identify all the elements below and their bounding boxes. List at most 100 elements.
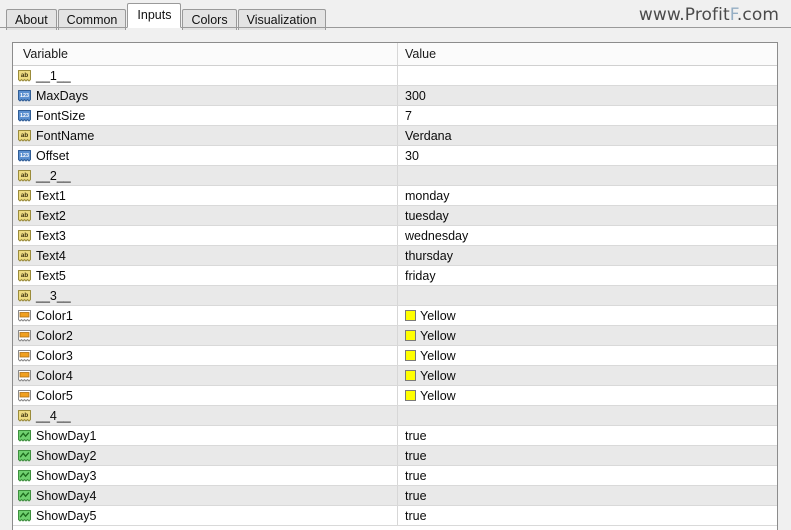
variable-name: MaxDays <box>36 88 89 103</box>
variable-cell[interactable]: 123 MaxDays <box>13 86 397 105</box>
variable-cell[interactable]: ShowDay4 <box>13 486 397 505</box>
variable-cell[interactable]: ab FontName <box>13 126 397 145</box>
variable-cell[interactable]: ab __3__ <box>13 286 397 305</box>
variable-cell[interactable]: Color2 <box>13 326 397 345</box>
variable-cell[interactable]: 123 FontSize <box>13 106 397 125</box>
table-row[interactable]: ab Text4 thursday <box>13 246 777 266</box>
table-row[interactable]: ab FontName Verdana <box>13 126 777 146</box>
watermark-accent-letter: F <box>729 5 737 25</box>
variable-cell[interactable]: ab __1__ <box>13 66 397 85</box>
table-row[interactable]: Color3 Yellow <box>13 346 777 366</box>
variable-value: Yellow <box>420 328 456 343</box>
variable-cell[interactable]: ab Text1 <box>13 186 397 205</box>
variable-cell[interactable]: ShowDay3 <box>13 466 397 485</box>
variable-cell[interactable]: Color3 <box>13 346 397 365</box>
table-row[interactable]: ShowDay2 true <box>13 446 777 466</box>
table-row[interactable]: ab __4__ <box>13 406 777 426</box>
variable-cell[interactable]: ab Text4 <box>13 246 397 265</box>
table-row[interactable]: ab __1__ <box>13 66 777 86</box>
value-cell[interactable]: true <box>397 466 777 485</box>
color-swatch <box>405 370 416 381</box>
variable-cell[interactable]: ab __2__ <box>13 166 397 185</box>
value-cell[interactable]: Yellow <box>397 326 777 345</box>
variable-value: true <box>405 508 427 523</box>
watermark-suffix: .com <box>736 5 779 25</box>
value-cell[interactable]: 7 <box>397 106 777 125</box>
value-cell[interactable]: true <box>397 486 777 505</box>
variable-name: Text3 <box>36 228 66 243</box>
variable-value: 30 <box>405 148 419 163</box>
table-row[interactable]: ab Text2 tuesday <box>13 206 777 226</box>
value-cell[interactable]: true <box>397 506 777 525</box>
value-cell[interactable]: 300 <box>397 86 777 105</box>
variable-value: Yellow <box>420 308 456 323</box>
table-row[interactable]: Color5 Yellow <box>13 386 777 406</box>
table-row[interactable]: ab __3__ <box>13 286 777 306</box>
color-swatch <box>405 350 416 361</box>
bool-type-icon <box>18 469 31 481</box>
value-cell[interactable]: Verdana <box>397 126 777 145</box>
table-row[interactable]: ShowDay1 true <box>13 426 777 446</box>
variable-name: Text4 <box>36 248 66 263</box>
value-cell[interactable]: friday <box>397 266 777 285</box>
variable-value: wednesday <box>405 228 469 243</box>
variable-name: Color1 <box>36 308 73 323</box>
inputs-panel: Variable Value ab __1__ 123 MaxDays 300 123 Fo… <box>12 42 778 530</box>
value-cell[interactable]: 30 <box>397 146 777 165</box>
color-swatch <box>405 310 416 321</box>
value-cell[interactable]: Yellow <box>397 306 777 325</box>
table-row[interactable]: 123 Offset 30 <box>13 146 777 166</box>
svg-text:123: 123 <box>20 113 29 119</box>
value-cell[interactable]: Yellow <box>397 386 777 405</box>
table-row[interactable]: Color1 Yellow <box>13 306 777 326</box>
variable-cell[interactable]: Color4 <box>13 366 397 385</box>
table-row[interactable]: 123 MaxDays 300 <box>13 86 777 106</box>
table-row[interactable]: ab __2__ <box>13 166 777 186</box>
value-cell[interactable]: wednesday <box>397 226 777 245</box>
variable-cell[interactable]: Color1 <box>13 306 397 325</box>
variable-cell[interactable]: 123 Offset <box>13 146 397 165</box>
table-row[interactable]: Color2 Yellow <box>13 326 777 346</box>
value-cell[interactable]: Yellow <box>397 346 777 365</box>
value-cell[interactable] <box>397 406 777 425</box>
variable-name: Color2 <box>36 328 73 343</box>
value-cell[interactable] <box>397 66 777 85</box>
table-row[interactable]: ab Text3 wednesday <box>13 226 777 246</box>
variable-cell[interactable]: ab __4__ <box>13 406 397 425</box>
value-cell[interactable] <box>397 166 777 185</box>
table-body: ab __1__ 123 MaxDays 300 123 FontSize 7 ab FontNa… <box>13 66 777 526</box>
svg-text:ab: ab <box>21 412 28 419</box>
variable-name: __2__ <box>36 168 71 183</box>
variable-cell[interactable]: ab Text5 <box>13 266 397 285</box>
variable-name: ShowDay3 <box>36 468 97 483</box>
variable-cell[interactable]: ShowDay5 <box>13 506 397 525</box>
value-cell[interactable]: Yellow <box>397 366 777 385</box>
variable-cell[interactable]: ab Text2 <box>13 206 397 225</box>
value-cell[interactable]: thursday <box>397 246 777 265</box>
color-type-icon <box>18 309 31 321</box>
value-cell[interactable]: tuesday <box>397 206 777 225</box>
table-row[interactable]: ab Text5 friday <box>13 266 777 286</box>
variable-cell[interactable]: ShowDay1 <box>13 426 397 445</box>
table-row[interactable]: Color4 Yellow <box>13 366 777 386</box>
tab-list: About Common Inputs Colors Visualization <box>6 3 327 30</box>
variable-cell[interactable]: ab Text3 <box>13 226 397 245</box>
variable-value: Yellow <box>420 368 456 383</box>
string-type-icon: ab <box>18 69 31 81</box>
color-type-icon <box>18 369 31 381</box>
value-cell[interactable]: monday <box>397 186 777 205</box>
tab-inputs[interactable]: Inputs <box>127 3 182 28</box>
variable-cell[interactable]: Color5 <box>13 386 397 405</box>
table-row[interactable]: 123 FontSize 7 <box>13 106 777 126</box>
svg-text:ab: ab <box>21 212 28 219</box>
color-type-icon <box>18 389 31 401</box>
value-cell[interactable] <box>397 286 777 305</box>
variable-cell[interactable]: ShowDay2 <box>13 446 397 465</box>
value-cell[interactable]: true <box>397 426 777 445</box>
value-cell[interactable]: true <box>397 446 777 465</box>
table-row[interactable]: ShowDay3 true <box>13 466 777 486</box>
table-row[interactable]: ShowDay4 true <box>13 486 777 506</box>
table-row[interactable]: ShowDay5 true <box>13 506 777 526</box>
table-row[interactable]: ab Text1 monday <box>13 186 777 206</box>
bool-type-icon <box>18 429 31 441</box>
